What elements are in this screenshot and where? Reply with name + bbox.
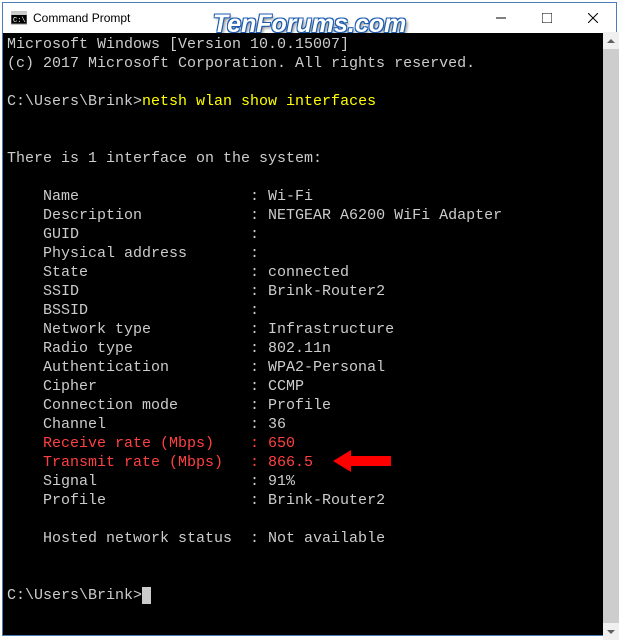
field-profile-label: Profile : xyxy=(7,492,268,509)
field-hosted-value: Not available xyxy=(268,530,385,547)
field-auth-value: WPA2-Personal xyxy=(268,359,385,376)
field-cipher-label: Cipher : xyxy=(7,378,268,395)
field-bssid-label: BSSID : xyxy=(7,302,259,319)
field-guid-label: GUID : xyxy=(7,226,259,243)
close-button[interactable] xyxy=(570,3,616,33)
scroll-thumb[interactable] xyxy=(603,49,619,623)
field-cipher-value: CCMP xyxy=(268,378,304,395)
field-name-label: Name : xyxy=(7,188,268,205)
field-desc-label: Description : xyxy=(7,207,268,224)
maximize-button[interactable] xyxy=(524,3,570,33)
titlebar[interactable]: C:\ Command Prompt xyxy=(3,3,616,33)
command-text: netsh wlan show interfaces xyxy=(142,93,376,110)
field-radio-label: Radio type : xyxy=(7,340,268,357)
field-ssid-value: Brink-Router2 xyxy=(268,283,385,300)
field-connmode-label: Connection mode : xyxy=(7,397,268,414)
window-title: Command Prompt xyxy=(33,11,478,25)
scroll-down-button[interactable] xyxy=(603,623,619,640)
prompt-path: C:\Users\Brink> xyxy=(7,93,142,110)
scroll-up-button[interactable] xyxy=(603,32,619,49)
field-connmode-value: Profile xyxy=(268,397,331,414)
field-txrate-value: 866.5 xyxy=(268,454,313,471)
cmd-icon: C:\ xyxy=(11,10,27,26)
version-line: Microsoft Windows [Version 10.0.15007] xyxy=(7,36,349,53)
svg-text:C:\: C:\ xyxy=(13,17,26,25)
prompt-path-2: C:\Users\Brink> xyxy=(7,587,142,604)
scroll-track[interactable] xyxy=(603,49,619,623)
field-signal-value: 91% xyxy=(268,473,295,490)
field-ssid-label: SSID : xyxy=(7,283,268,300)
field-state-label: State : xyxy=(7,264,268,281)
field-profile-value: Brink-Router2 xyxy=(268,492,385,509)
field-signal-label: Signal : xyxy=(7,473,268,490)
field-hosted-label: Hosted network status : xyxy=(7,530,268,547)
field-nettype-value: Infrastructure xyxy=(268,321,394,338)
minimize-button[interactable] xyxy=(478,3,524,33)
copyright-line: (c) 2017 Microsoft Corporation. All righ… xyxy=(7,55,475,72)
field-desc-value: NETGEAR A6200 WiFi Adapter xyxy=(268,207,502,224)
cursor xyxy=(142,587,151,604)
interface-intro: There is 1 interface on the system: xyxy=(7,150,322,167)
field-txrate-label: Transmit rate (Mbps) : xyxy=(7,454,268,471)
field-rxrate-value: 650 xyxy=(268,435,295,452)
field-radio-value: 802.11n xyxy=(268,340,331,357)
field-state-value: connected xyxy=(268,264,349,281)
terminal-output[interactable]: Microsoft Windows [Version 10.0.15007] (… xyxy=(3,33,616,635)
field-channel-label: Channel : xyxy=(7,416,268,433)
scrollbar[interactable] xyxy=(603,32,619,640)
field-rxrate-label: Receive rate (Mbps) : xyxy=(7,435,268,452)
field-auth-label: Authentication : xyxy=(7,359,268,376)
field-channel-value: 36 xyxy=(268,416,286,433)
field-nettype-label: Network type : xyxy=(7,321,268,338)
field-phys-label: Physical address : xyxy=(7,245,259,262)
window-controls xyxy=(478,3,616,33)
field-name-value: Wi-Fi xyxy=(268,188,313,205)
command-prompt-window: C:\ Command Prompt Microsoft Windows [Ve… xyxy=(2,2,617,636)
